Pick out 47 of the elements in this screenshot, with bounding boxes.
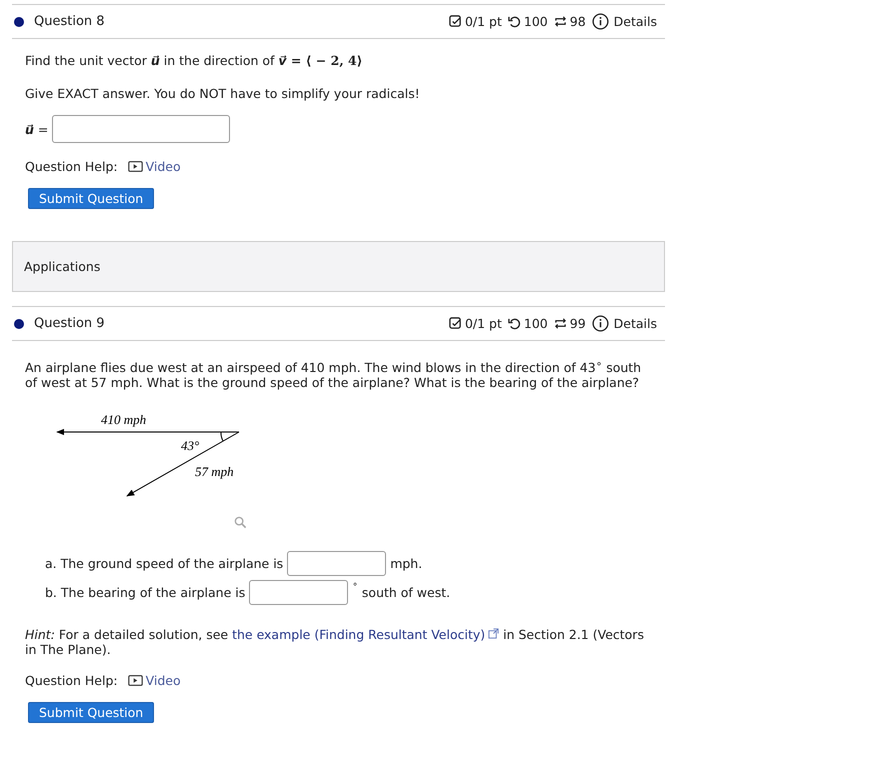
status-dot <box>14 318 24 328</box>
checkbox-icon <box>448 15 462 28</box>
vector-diagram-drawing: 410 mph 43° 57 mph <box>33 406 273 516</box>
undo-icon <box>508 15 521 28</box>
question-title: Question 9 <box>34 316 105 331</box>
repeat-icon <box>554 317 567 330</box>
attempts-text: 99 <box>570 316 586 331</box>
undo-icon <box>508 317 521 330</box>
answer-field[interactable] <box>52 115 230 143</box>
part-label: a. The ground speed of the airplane is <box>45 556 284 572</box>
play-icon <box>128 161 143 172</box>
degree-sign: ∘ <box>352 580 358 590</box>
section-header: Applications <box>12 241 665 292</box>
part-label: b. The bearing of the airplane is <box>45 585 246 600</box>
checkbox-icon <box>448 317 462 330</box>
answer-field[interactable] <box>249 580 348 606</box>
answer-label: u⃗ <box>25 122 34 136</box>
example-link[interactable]: the example (Finding Resultant Velocity) <box>232 627 500 642</box>
instruction-text: Give EXACT answer. You do NOT have to simplify your radicals! <box>25 86 421 101</box>
attempts-text: 98 <box>570 14 586 29</box>
video-link[interactable]: Video <box>128 673 181 688</box>
unit-text: mph. <box>390 556 422 572</box>
info-icon <box>592 315 609 332</box>
hint-text: Hint: For a detailed solution, see the example (Finding Resultant Velocity) in Section 2.1 (Vectors in The Plane). <box>25 627 645 658</box>
equals-sign: = <box>38 122 48 136</box>
submit-button[interactable]: Submit Question <box>28 702 154 724</box>
question-text: An airplane flies due west at an airspeed of 410 mph. The wind blows in the direction of 43$^{∘}$ south of west at 57 mph. What is the ground speed of the airplane? What is the bearing of the airplane? <box>25 357 642 390</box>
video-link[interactable]: Video <box>128 159 181 174</box>
unit-text: south of west. <box>362 585 450 600</box>
question-text: Find the unit vector u⃗ in the direction of v⃗ = ⟨ − 2, 4⟩ <box>25 53 364 68</box>
info-icon <box>592 13 609 30</box>
details-link[interactable]: Details <box>614 14 657 29</box>
score-text: 0/1 pt <box>464 14 502 29</box>
external-link-icon <box>488 628 500 640</box>
magnifier-icon[interactable] <box>234 516 247 530</box>
help-label: Question Help: <box>25 673 118 688</box>
status-dot <box>14 16 24 26</box>
retries-text: 100 <box>524 14 548 29</box>
question-title: Question 8 <box>34 14 105 29</box>
submit-button[interactable]: Submit Question <box>28 188 154 209</box>
play-icon <box>128 675 143 686</box>
details-link[interactable]: Details <box>614 316 657 331</box>
retries-text: 100 <box>524 316 548 331</box>
repeat-icon <box>554 15 567 28</box>
answer-field[interactable] <box>287 551 386 576</box>
help-label: Question Help: <box>25 159 118 174</box>
score-text: 0/1 pt <box>464 316 502 331</box>
